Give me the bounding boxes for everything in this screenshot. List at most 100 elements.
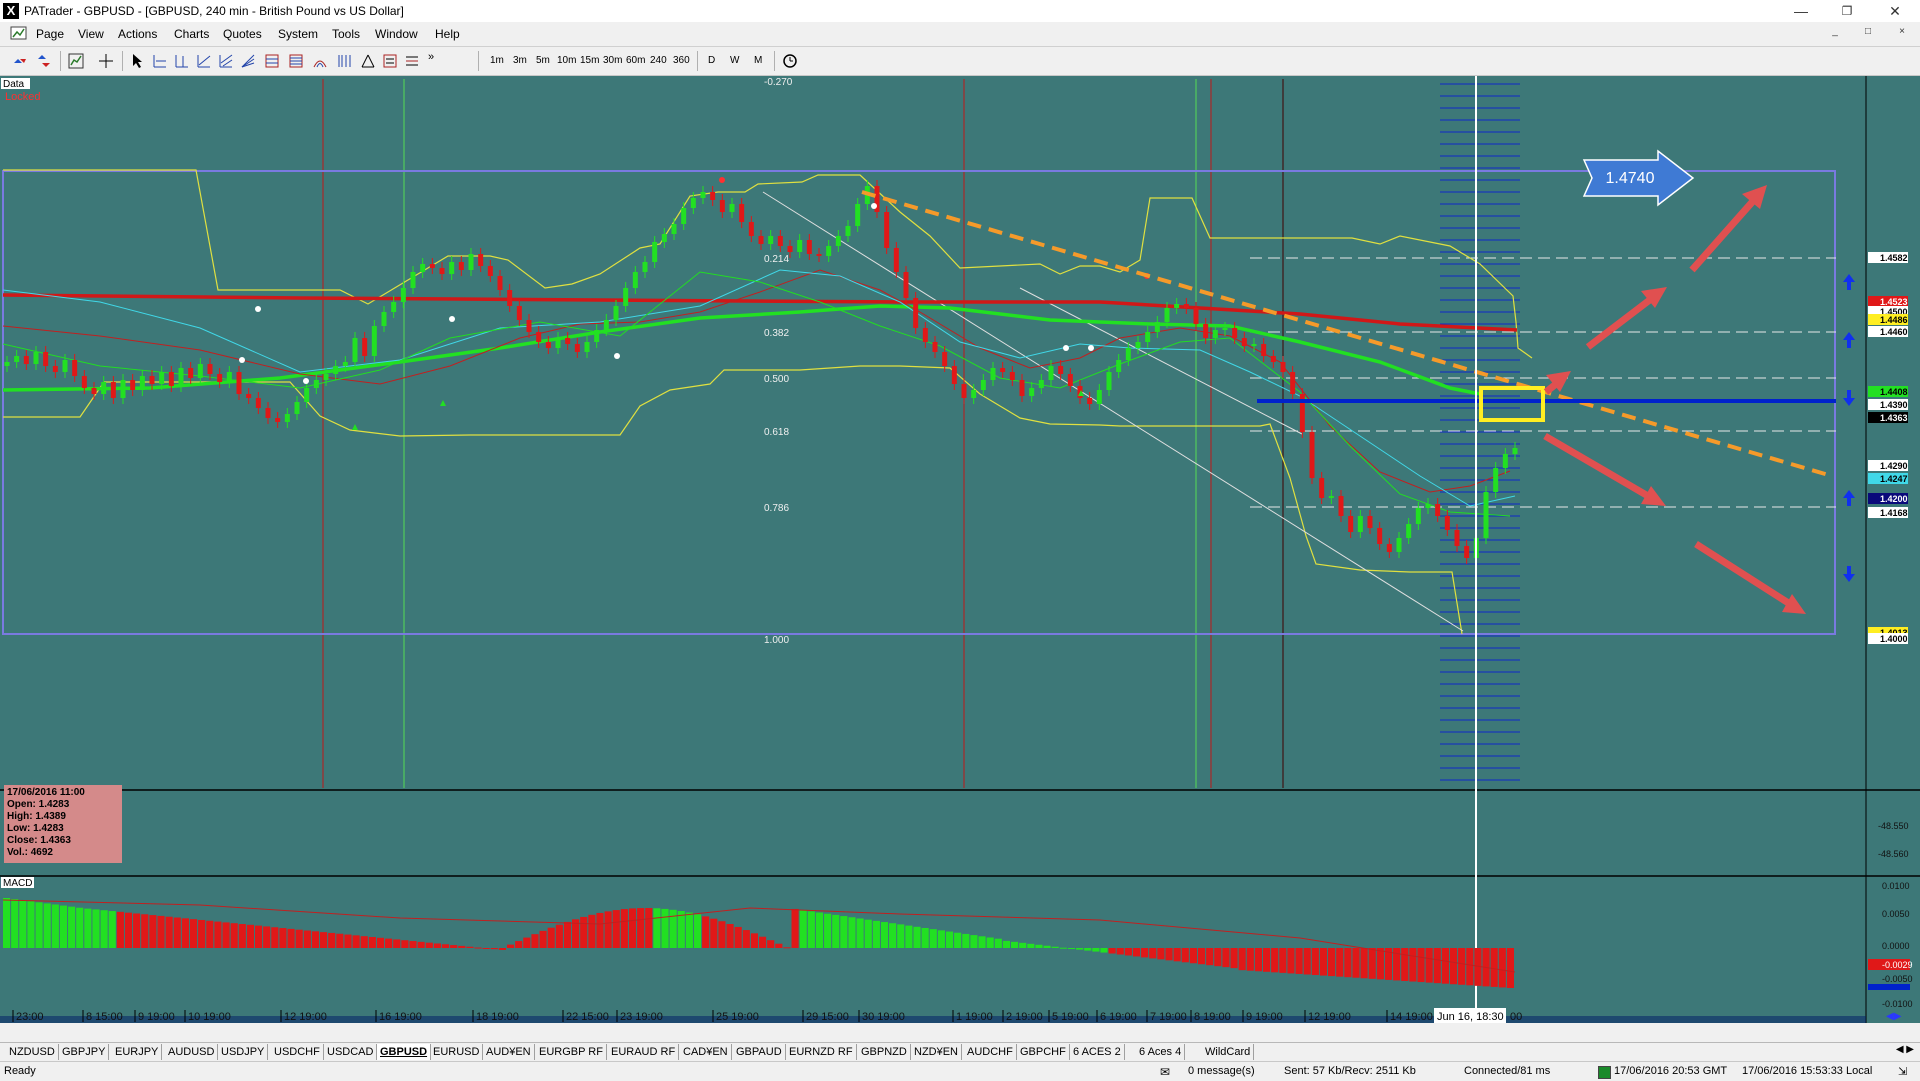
tab-gbpaud[interactable]: GBPAUD <box>733 1044 786 1060</box>
tab-6-aces-2[interactable]: 6 ACES 2 <box>1070 1044 1125 1060</box>
macd-bar <box>718 921 726 948</box>
menu-system[interactable]: System <box>278 27 318 41</box>
timeframe-weekly[interactable]: W <box>730 55 739 66</box>
gann-fan-icon[interactable] <box>360 53 376 69</box>
crosshair-icon[interactable] <box>98 53 114 69</box>
macd-bar <box>1319 948 1328 976</box>
info-open: Open: 1.4283 <box>7 799 70 810</box>
menu-help[interactable]: Help <box>435 27 460 41</box>
tab-usdcad[interactable]: USDCAD <box>324 1044 378 1060</box>
trend-line-icon[interactable] <box>196 53 212 69</box>
timeframe-5m[interactable]: 5m <box>536 55 550 66</box>
tab-nzd-en[interactable]: NZD¥EN <box>911 1044 963 1060</box>
fib-timezone-icon[interactable] <box>336 53 352 69</box>
close-icon[interactable]: ✕ <box>1872 0 1918 22</box>
mdi-close-icon[interactable]: × <box>1892 26 1912 40</box>
tab-gbpnzd[interactable]: GBPNZD <box>858 1044 911 1060</box>
menu-actions[interactable]: Actions <box>118 27 157 41</box>
order-icon[interactable] <box>36 53 52 69</box>
candle-body <box>275 418 281 422</box>
timeframe-240[interactable]: 240 <box>650 55 667 66</box>
pointer-icon[interactable] <box>130 53 146 69</box>
timeframe-3m[interactable]: 3m <box>513 55 527 66</box>
price-chart[interactable]: -0.2700.2140.3820.5000.6180.7861.000 1.4… <box>0 76 1920 1023</box>
restore-icon[interactable]: ❐ <box>1824 0 1870 22</box>
tab-aud-en[interactable]: AUD¥EN <box>483 1044 535 1060</box>
mdi-restore-icon[interactable]: □ <box>1858 26 1878 40</box>
tab-eurjpy[interactable]: EURJPY <box>112 1044 163 1060</box>
menu-tools[interactable]: Tools <box>332 27 360 41</box>
tab-audusd[interactable]: AUDUSD <box>165 1044 219 1060</box>
channel-icon[interactable] <box>218 53 234 69</box>
timeframe-10m[interactable]: 10m <box>557 55 576 66</box>
chart-icon[interactable] <box>68 53 84 69</box>
tab-eurusd[interactable]: EURUSD <box>430 1044 484 1060</box>
fib-retracement-icon[interactable] <box>264 53 280 69</box>
indicator-axis: -48.550 -48.560 <box>1878 821 1909 859</box>
tab-gbpchf[interactable]: GBPCHF <box>1017 1044 1070 1060</box>
tab-6-aces-4[interactable]: 6 Aces 4 <box>1136 1044 1186 1060</box>
tab-scroll-icon[interactable]: ◀ ▶ <box>1896 1044 1914 1055</box>
tab-gbpjpy[interactable]: GBPJPY <box>59 1044 110 1060</box>
timeframe-15m[interactable]: 15m <box>580 55 599 66</box>
timeframe-monthly[interactable]: M <box>754 55 762 66</box>
timeframe-daily[interactable]: D <box>708 55 715 66</box>
price-label: 1.4247 <box>1880 474 1908 484</box>
tab-eurgbp-rf[interactable]: EURGBP RF <box>536 1044 607 1060</box>
scroll-arrows-icon[interactable]: ◀▶ <box>1886 1011 1902 1022</box>
tab-cad-en[interactable]: CAD¥EN <box>680 1044 732 1060</box>
pivot-levels-icon[interactable] <box>382 53 398 69</box>
menu-window[interactable]: Window <box>375 27 418 41</box>
mail-icon[interactable]: ✉ <box>1160 1065 1170 1079</box>
window-title: PATrader - GBPUSD - [GBPUSD, 240 min - B… <box>24 4 404 18</box>
toolbar-overflow[interactable]: » <box>428 51 434 63</box>
tab-eurnzd-rf[interactable]: EURNZD RF <box>786 1044 857 1060</box>
timeframe-1m[interactable]: 1m <box>490 55 504 66</box>
clock-icon[interactable] <box>782 53 798 69</box>
date-label-last: 00 <box>1510 1011 1522 1023</box>
candle-body <box>594 330 600 342</box>
candle-body <box>1000 368 1006 372</box>
candle-body <box>130 380 136 390</box>
candle-body <box>14 356 20 362</box>
timeframe-360[interactable]: 360 <box>673 55 690 66</box>
fib-extension-icon[interactable] <box>288 53 304 69</box>
menu-view[interactable]: View <box>78 27 104 41</box>
macd-bar <box>945 931 954 948</box>
candle-body <box>932 342 938 352</box>
macd-bar <box>482 948 490 949</box>
minimize-icon[interactable]: — <box>1778 0 1824 22</box>
candle-body <box>381 312 387 326</box>
date-label: 5 19:00 <box>1052 1011 1089 1023</box>
timeframe-30m[interactable]: 30m <box>603 55 622 66</box>
horizontal-line-icon[interactable] <box>152 53 168 69</box>
menu-quotes[interactable]: Quotes <box>223 27 262 41</box>
tab-euraud-rf[interactable]: EURAUD RF <box>608 1044 680 1060</box>
tab-usdchf[interactable]: USDCHF <box>271 1044 324 1060</box>
tab-usdjpy[interactable]: USDJPY <box>218 1044 269 1060</box>
status-messages[interactable]: 0 message(s) <box>1188 1065 1255 1077</box>
macd-bar <box>1506 948 1514 988</box>
menu-page[interactable]: Page <box>36 27 64 41</box>
tab-nzdusd[interactable]: NZDUSD <box>6 1044 59 1060</box>
macd-bar <box>433 943 441 948</box>
mdi-minimize-icon[interactable]: _ <box>1825 26 1845 40</box>
menu-charts[interactable]: Charts <box>174 27 209 41</box>
timeframe-60m[interactable]: 60m <box>626 55 645 66</box>
buy-sell-icon[interactable] <box>12 53 28 69</box>
macd-bar <box>35 902 43 948</box>
fib-fan-icon[interactable] <box>240 53 256 69</box>
fib-arc-icon[interactable] <box>312 53 328 69</box>
chart-area[interactable]: -0.270 0.214 0.382 0.500 0.618 0.786 1.000 <box>0 76 1920 1023</box>
candle-body <box>690 198 696 208</box>
info-low: Low: 1.4283 <box>7 823 64 834</box>
macd-bar <box>230 923 238 948</box>
tab-gbpusd[interactable]: GBPUSD <box>377 1044 432 1060</box>
candle-body <box>110 382 116 398</box>
vertical-line-icon[interactable] <box>174 53 190 69</box>
macd-bar <box>385 938 393 948</box>
macd-bar <box>1433 948 1441 984</box>
tab-audchf[interactable]: AUDCHF <box>964 1044 1017 1060</box>
tab-wildcard[interactable]: WildCard <box>1202 1044 1255 1060</box>
speed-lines-icon[interactable] <box>404 53 420 69</box>
